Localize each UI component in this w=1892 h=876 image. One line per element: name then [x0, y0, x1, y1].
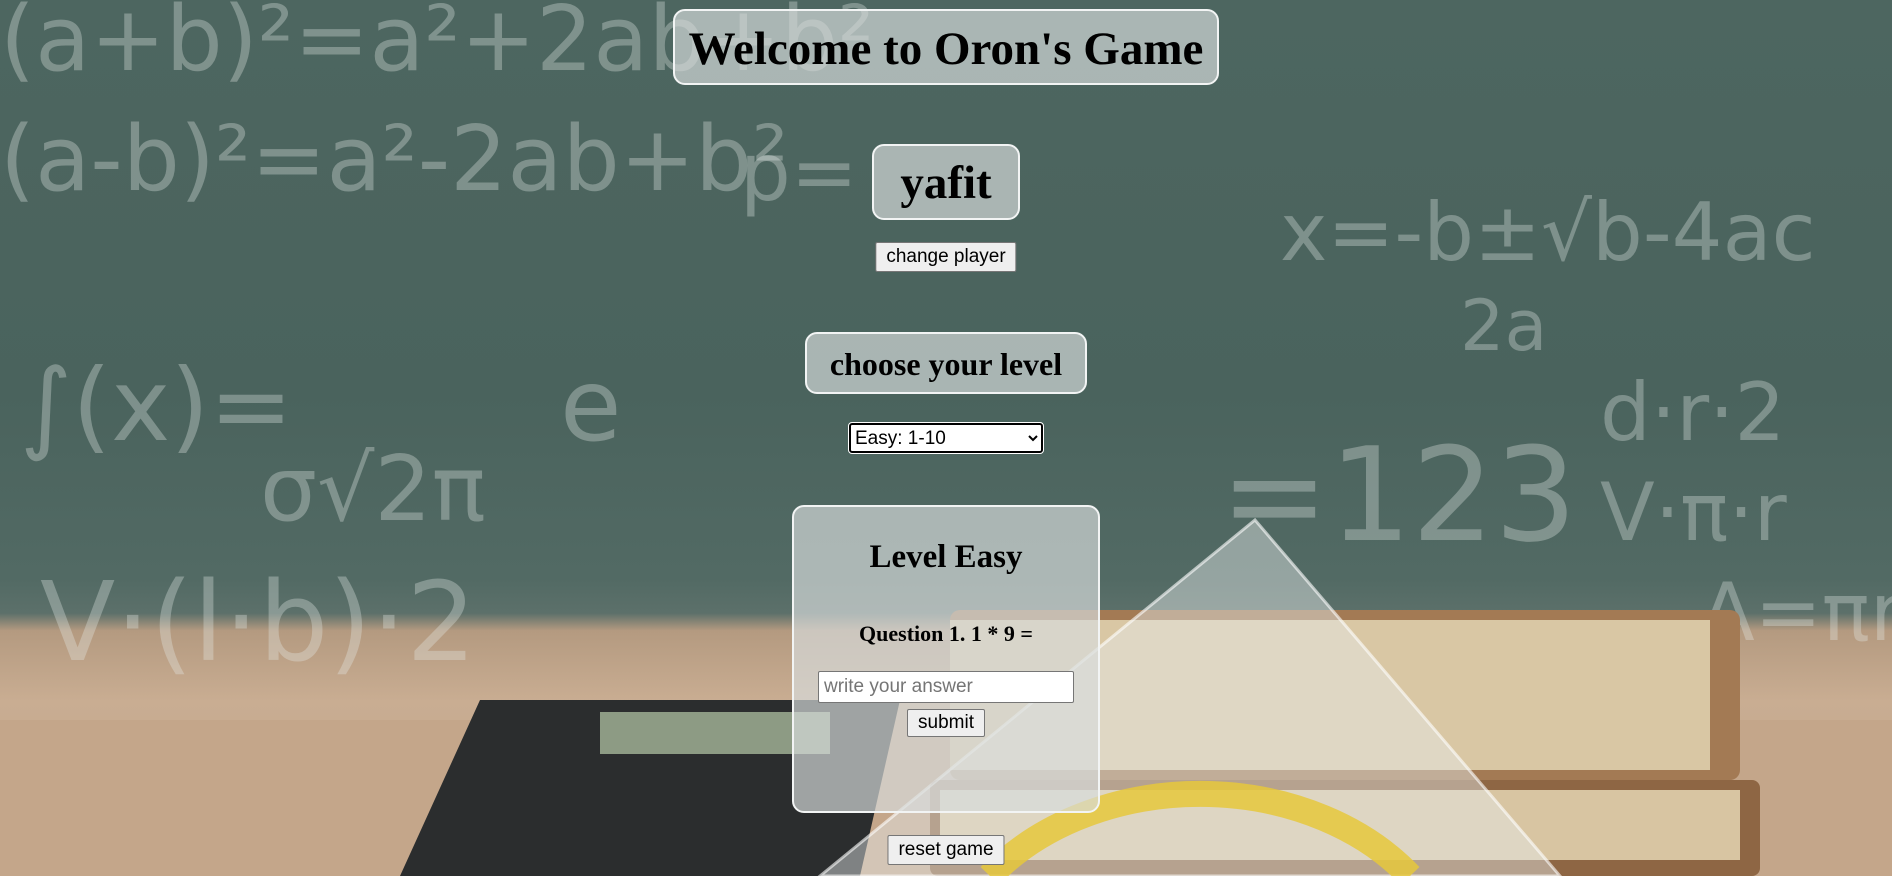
svg-text:∫(x)=: ∫(x)=: [20, 347, 293, 464]
svg-text:x=-b±√b-4ac: x=-b±√b-4ac: [1280, 186, 1816, 279]
game-panel: Level Easy Question 1. 1 * 9 = submit: [792, 505, 1100, 813]
answer-input[interactable]: [818, 671, 1074, 703]
svg-text:e: e: [560, 347, 622, 464]
page-title: Welcome to Oron's Game: [688, 23, 1204, 75]
submit-button[interactable]: submit: [907, 709, 985, 737]
level-select[interactable]: Easy: 1-10: [848, 422, 1044, 454]
svg-text:d·r·2: d·r·2: [1600, 366, 1785, 459]
question-text: Question 1. 1 * 9 =: [859, 621, 1033, 646]
level-heading-panel: choose your level: [805, 332, 1087, 394]
svg-text:(a-b)²=a²-2ab+b²: (a-b)²=a²-2ab+b²: [0, 107, 788, 212]
svg-text:p=: p=: [740, 126, 858, 219]
svg-text:σ√2π: σ√2π: [260, 437, 486, 542]
change-player-button[interactable]: change player: [875, 242, 1017, 272]
player-panel: yafit: [872, 144, 1020, 220]
reset-game-button[interactable]: reset game: [887, 835, 1005, 865]
svg-text:V·π·r: V·π·r: [1600, 466, 1787, 559]
svg-text:V·(l·b)·2: V·(l·b)·2: [40, 558, 476, 686]
level-title: Level Easy: [869, 539, 1023, 575]
player-name: yafit: [900, 157, 992, 209]
level-heading: choose your level: [829, 346, 1063, 382]
svg-text:2a: 2a: [1460, 285, 1547, 367]
title-panel: Welcome to Oron's Game: [673, 9, 1219, 85]
